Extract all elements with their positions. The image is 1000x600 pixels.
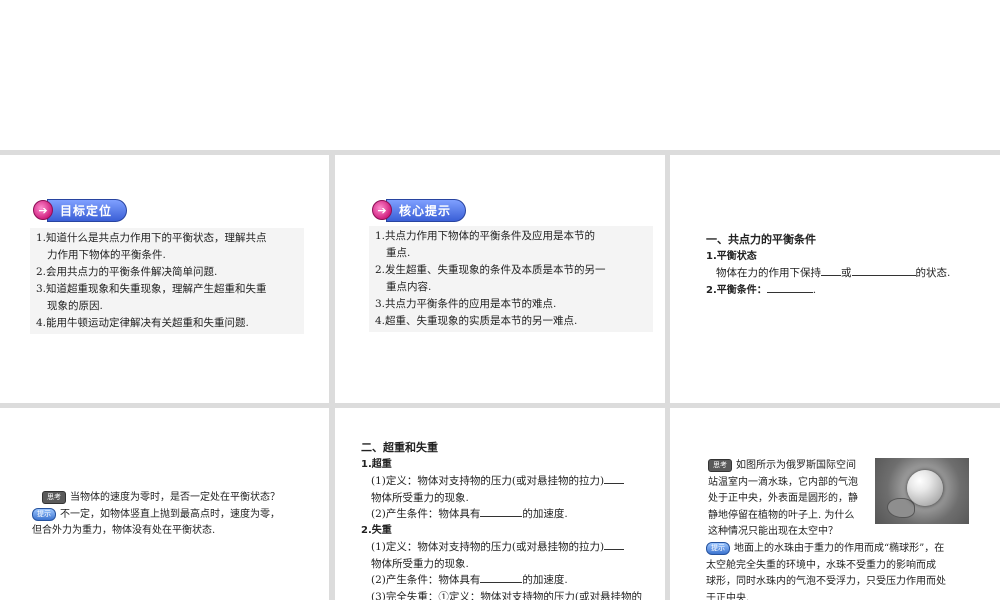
- condition-sentence: 2.平衡条件：.: [706, 282, 986, 300]
- tip-item: 1.共点力作用下物体的平衡条件及应用是本节的: [375, 230, 596, 242]
- condition-end: .: [812, 283, 817, 296]
- state-text-b: 或: [841, 267, 852, 279]
- think-question-line: 思考 如图所示为俄罗斯国际空间: [708, 458, 874, 475]
- objective-item-cont: 现象的原因.: [47, 300, 103, 312]
- think-question-line: 处于正中央，外表面是圆形的，静: [708, 493, 858, 504]
- overweight-content: 二、超重和失重 1.超重 (1)定义：物体对支持物的压力(或对悬挂物的拉力) 物…: [361, 440, 661, 600]
- fill-blank: [766, 282, 813, 293]
- lose-cond-text-b: 的加速度.: [522, 574, 568, 586]
- overweight-condition: (2)产生条件：物体具有 的加速度.: [361, 506, 661, 523]
- think-question-block: 思考 当物体的速度为零时，是否一定处在平衡状态？ 提示 不一定，如物体竖直上抛到最高…: [32, 490, 317, 540]
- answer-text: 不一定，如物体竖直上抛到最高点时，速度为零，: [60, 508, 280, 520]
- state-sentence: 物体在力的作用下保持 或 的状态.: [706, 265, 986, 282]
- objectives-badge: ➔ 目标定位: [33, 198, 128, 222]
- state-text-c: 的状态.: [915, 267, 951, 279]
- full-weightlessness: (3)完全失重：①定义：物体对支持物的压力(或对悬挂物的: [371, 590, 642, 600]
- tip-item: 2.发生超重、失重现象的条件及本质是本节的另一: [375, 264, 606, 276]
- panel-overweight-weightless: 二、超重和失重 1.超重 (1)定义：物体对支持物的压力(或对悬挂物的拉力) 物…: [335, 408, 665, 600]
- lose-def-text: (1)定义：物体对支持物的压力(或对悬挂物的拉力): [371, 541, 605, 553]
- subheading-overweight: 1.超重: [361, 458, 392, 470]
- question-text: 如图所示为俄罗斯国际空间: [736, 460, 856, 471]
- core-tips-badge-label: 核心提示: [386, 198, 467, 222]
- weightloss-condition: (2)产生条件：物体具有 的加速度.: [361, 572, 661, 589]
- think-tag: 思考: [708, 459, 732, 472]
- subheading-condition: 2.平衡条件：: [706, 284, 767, 296]
- core-tips-list: 1.共点力作用下物体的平衡条件及应用是本节的 重点. 2.发生超重、失重现象的条…: [369, 226, 653, 332]
- objective-item: 2.会用共点力的平衡条件解决简单问题.: [36, 266, 218, 278]
- objective-item: 3.知道超重现象和失重现象，理解产生超重和失重: [36, 283, 267, 295]
- tip-item-cont: 重点内容.: [386, 281, 432, 293]
- top-blank-area: [0, 0, 1000, 150]
- objectives-list: 1.知道什么是共点力作用下的平衡状态，理解共点 力作用下物体的平衡条件. 2.会…: [30, 228, 304, 334]
- tip-item-cont: 重点.: [386, 247, 411, 259]
- leaf-shape: [887, 498, 915, 518]
- think-question: 思考 当物体的速度为零时，是否一定处在平衡状态？: [42, 490, 317, 507]
- fill-blank: [480, 572, 523, 583]
- hint-answer-line: 太空舱完全失重的环境中，水珠不受重力的影响而成: [706, 559, 936, 571]
- hint-tag: 提示: [32, 507, 56, 521]
- arrow-circle-icon: ➔: [372, 200, 392, 220]
- think-tag: 思考: [42, 491, 66, 504]
- fill-blank: [480, 506, 523, 517]
- overweight-definition: (1)定义：物体对支持物的压力(或对悬挂物的拉力): [361, 473, 661, 490]
- hint-answer-block: 提示 地面上的水珠由于重力的作用而成“椭球形”，在 太空舱完全失重的环境中，水珠不…: [706, 541, 996, 600]
- panel-think-velocity: 思考 当物体的速度为零时，是否一定处在平衡状态？ 提示 不一定，如物体竖直上抛到最高…: [0, 408, 329, 600]
- think-question-line: 静地停留在植物的叶子上. 为什么: [708, 509, 855, 521]
- hint-answer: 提示 不一定，如物体竖直上抛到最高点时，速度为零，: [32, 507, 317, 524]
- weightloss-definition-cont: 物体所受重力的现象.: [371, 557, 469, 570]
- water-drop-photo: [875, 458, 969, 524]
- section-heading: 一、共点力的平衡条件: [706, 233, 816, 246]
- over-cond-text-a: (2)产生条件：物体具有: [371, 508, 481, 520]
- arrow-circle-icon: ➔: [33, 200, 53, 220]
- hint-answer-line: 提示 地面上的水珠由于重力的作用而成“椭球形”，在: [706, 541, 996, 558]
- fill-blank: [604, 539, 625, 550]
- hint-answer-line: 球形，同时水珠内的气泡不受浮力，只受压力作用而处: [706, 576, 946, 587]
- lose-cond-text-a: (2)产生条件：物体具有: [371, 574, 481, 586]
- over-cond-text-b: 的加速度.: [522, 508, 568, 520]
- tip-item: 3.共点力平衡条件的应用是本节的难点.: [375, 298, 557, 310]
- objective-item-cont: 力作用下物体的平衡条件.: [47, 249, 166, 261]
- overweight-definition-cont: 物体所受重力的现象.: [371, 491, 469, 504]
- subheading-weightloss: 2.失重: [361, 524, 392, 536]
- objective-item: 4.能用牛顿运动定律解决有关超重和失重问题.: [36, 317, 249, 329]
- objective-item: 1.知道什么是共点力作用下的平衡状态，理解共点: [36, 232, 267, 244]
- core-tips-badge: ➔ 核心提示: [372, 198, 467, 222]
- water-drop-shape: [907, 470, 943, 506]
- answer-text: 地面上的水珠由于重力的作用而成“椭球形”，在: [734, 543, 945, 554]
- tip-item: 4.超重、失重现象的实质是本节的另一难点.: [375, 315, 578, 327]
- hint-answer-cont: 但合外力为重力，物体没有处在平衡状态.: [32, 525, 216, 536]
- fill-blank: [851, 265, 916, 276]
- fill-blank: [821, 265, 841, 276]
- equilibrium-content: 一、共点力的平衡条件 1.平衡状态 物体在力的作用下保持 或 的状态. 2.平衡条件…: [706, 232, 986, 299]
- panel-learning-objectives: ➔ 目标定位 1.知道什么是共点力作用下的平衡状态，理解共点 力作用下物体的平衡…: [0, 155, 329, 403]
- weightloss-definition: (1)定义：物体对支持物的压力(或对悬挂物的拉力): [361, 539, 661, 556]
- panel-core-tips: ➔ 核心提示 1.共点力作用下物体的平衡条件及应用是本节的 重点. 2.发生超重…: [335, 155, 665, 403]
- state-text-a: 物体在力的作用下保持: [716, 267, 821, 279]
- fill-blank: [604, 473, 625, 484]
- hint-tag: 提示: [706, 542, 730, 555]
- panel-equilibrium-conditions: 一、共点力的平衡条件 1.平衡状态 物体在力的作用下保持 或 的状态. 2.平衡条件…: [670, 155, 1000, 403]
- think-question-line: 站温室内一滴水珠，它内部的气泡: [708, 476, 858, 488]
- subheading-state: 1.平衡状态: [706, 250, 757, 262]
- question-text: 当物体的速度为零时，是否一定处在平衡状态？: [70, 492, 280, 503]
- think-question-block: 思考 如图所示为俄罗斯国际空间 站温室内一滴水珠，它内部的气泡 处于正中央，外表面…: [708, 458, 874, 541]
- section-heading: 二、超重和失重: [361, 441, 438, 454]
- objectives-badge-label: 目标定位: [47, 198, 128, 222]
- think-question-line: 这种情况只能出现在太空中？: [708, 526, 838, 537]
- panel-think-water-drop: 思考 如图所示为俄罗斯国际空间 站温室内一滴水珠，它内部的气泡 处于正中央，外表面…: [670, 408, 1000, 600]
- over-def-text: (1)定义：物体对支持物的压力(或对悬挂物的拉力): [371, 475, 605, 487]
- hint-answer-line: 于正中央.: [706, 592, 750, 600]
